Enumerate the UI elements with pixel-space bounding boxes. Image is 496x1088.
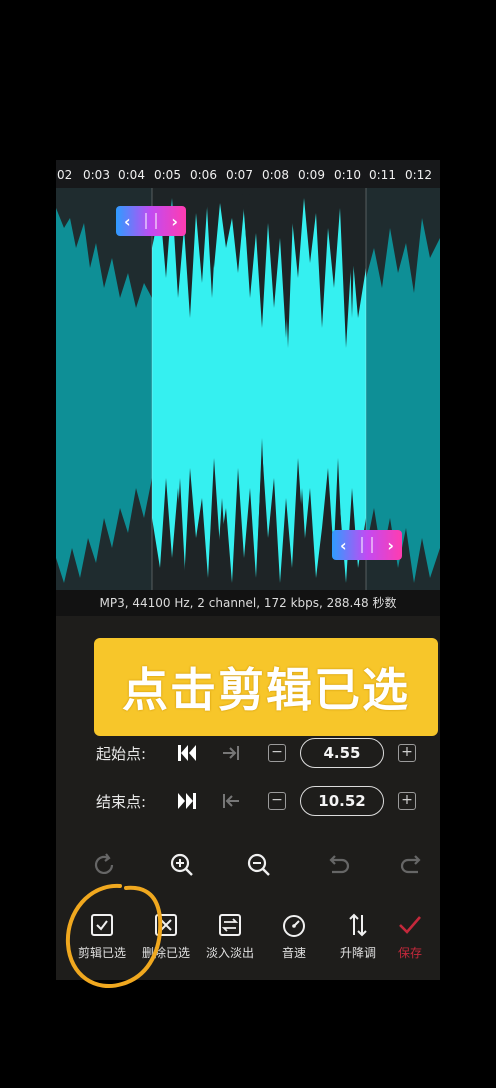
tick-label: 0:10 (334, 168, 361, 182)
tick-label: 0:08 (262, 168, 289, 182)
set-start-icon[interactable] (220, 742, 242, 764)
tool-label: 音速 (281, 946, 306, 960)
start-label: 起始点: (96, 745, 147, 763)
tool-label: 剪辑已选 (77, 946, 126, 960)
tool-label: 删除已选 (141, 946, 190, 960)
tick-label: 0:05 (154, 168, 181, 182)
grip-icon (145, 213, 157, 229)
start-decrement-button[interactable]: − (268, 744, 286, 762)
refresh-icon[interactable] (89, 850, 119, 880)
jump-to-start-icon[interactable] (176, 742, 198, 764)
tool-label: 升降调 (339, 946, 376, 960)
end-row: 结束点: − 10.52 + (56, 784, 440, 818)
tool-pitch[interactable]: 升降调 (326, 910, 390, 970)
instruction-banner: 点击剪辑已选 (94, 638, 438, 736)
redo-icon[interactable] (398, 850, 428, 880)
check-square-icon (91, 914, 113, 936)
tool-fade[interactable]: 淡入淡出 (198, 910, 262, 970)
save-check-icon (399, 916, 421, 934)
tick-label: 0:07 (226, 168, 253, 182)
tool-delete-selection[interactable]: 删除已选 (134, 910, 198, 970)
pitch-arrows-icon (349, 913, 367, 937)
jump-to-end-icon[interactable] (176, 790, 198, 812)
speedometer-icon (283, 915, 305, 937)
file-info: MP3, 44100 Hz, 2 channel, 172 kbps, 288.… (56, 590, 440, 616)
chevron-left-icon: ‹ (340, 535, 347, 555)
chevron-right-icon: › (387, 535, 394, 555)
waveform-view[interactable]: ‹ › ‹ › (56, 188, 440, 590)
tick-label: 0:09 (298, 168, 325, 182)
x-square-icon (155, 914, 177, 936)
chevron-right-icon: › (171, 211, 178, 231)
tool-label: 淡入淡出 (205, 946, 254, 960)
tool-speed[interactable]: 音速 (262, 910, 326, 970)
chevron-left-icon: ‹ (124, 211, 131, 231)
tick-label: 0:06 (190, 168, 217, 182)
set-end-icon[interactable] (220, 790, 242, 812)
fade-icon (219, 914, 241, 936)
tool-label: 保存 (397, 946, 422, 960)
end-increment-button[interactable]: + (398, 792, 416, 810)
start-handle[interactable]: ‹ › (116, 206, 186, 236)
bottom-toolbar: 剪辑已选 删除已选 淡入淡出 音速 升降调 保存 (56, 910, 440, 970)
tick-label: 0:04 (118, 168, 145, 182)
zoom-out-icon[interactable] (244, 850, 274, 880)
end-time-field[interactable]: 10.52 (300, 786, 384, 816)
tool-trim-selection[interactable]: 剪辑已选 (70, 910, 134, 970)
editor-screen: 02 0:03 0:04 0:05 0:06 0:07 0:08 0:09 0:… (56, 160, 440, 980)
tool-save[interactable]: 保存 (382, 910, 438, 970)
tick-label: 0:12 (405, 168, 432, 182)
end-handle[interactable]: ‹ › (332, 530, 402, 560)
start-row: 起始点: − 4.55 + (56, 736, 440, 770)
end-decrement-button[interactable]: − (268, 792, 286, 810)
zoom-in-icon[interactable] (167, 850, 197, 880)
undo-icon[interactable] (322, 850, 352, 880)
start-time-field[interactable]: 4.55 (300, 738, 384, 768)
tick-label: 0:11 (369, 168, 396, 182)
tick-label: 02 (57, 168, 73, 182)
timeline-ruler[interactable]: 02 0:03 0:04 0:05 0:06 0:07 0:08 0:09 0:… (56, 160, 440, 188)
action-row (56, 850, 440, 884)
tick-label: 0:03 (83, 168, 110, 182)
start-increment-button[interactable]: + (398, 744, 416, 762)
end-label: 结束点: (96, 793, 147, 811)
grip-icon (361, 537, 373, 553)
